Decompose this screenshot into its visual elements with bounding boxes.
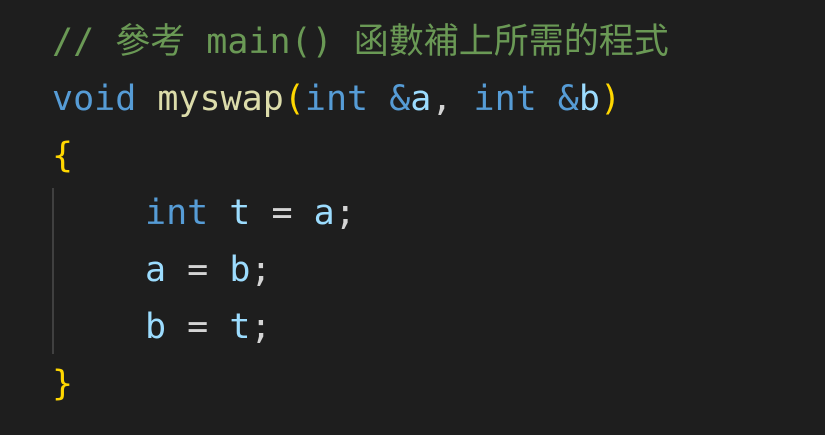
semicolon: ;	[334, 193, 356, 233]
param2-type-keyword: int	[473, 79, 537, 119]
open-brace: {	[52, 136, 74, 176]
assign-operator: =	[271, 193, 293, 233]
assigned-value: b	[229, 250, 251, 290]
code-line-close-brace: }	[52, 356, 73, 412]
code-line-declare-temp: int t = a;	[52, 185, 356, 241]
close-brace: }	[52, 364, 74, 404]
semicolon: ;	[250, 250, 272, 290]
function-name: myswap	[157, 79, 284, 119]
assign-operator: =	[187, 307, 209, 347]
param1-name: a	[410, 79, 432, 119]
int-type-keyword: int	[145, 193, 209, 233]
code-line-open-brace: {	[52, 128, 73, 184]
code-line-assign-b: b = t;	[52, 299, 271, 355]
assign-operator: =	[187, 250, 209, 290]
comment-text: // 參考 main() 函數補上所需的程式	[52, 22, 669, 62]
param2-name: b	[578, 79, 600, 119]
code-line-function-signature: void myswap(int &a, int &b)	[52, 71, 621, 127]
target-variable: a	[145, 250, 167, 290]
target-variable: b	[145, 307, 167, 347]
param1-type-keyword: int	[304, 79, 369, 119]
open-paren: (	[283, 79, 305, 119]
semicolon: ;	[250, 307, 272, 347]
assigned-value: a	[313, 193, 335, 233]
temp-variable: t	[229, 193, 251, 233]
close-paren: )	[599, 79, 622, 119]
return-type-keyword: void	[52, 79, 137, 119]
code-editor[interactable]: // 參考 main() 函數補上所需的程式 void myswap(int &…	[0, 0, 825, 435]
assigned-value: t	[229, 307, 251, 347]
param1-reference-operator: &	[389, 79, 411, 119]
param-comma: ,	[431, 79, 453, 119]
code-line-assign-a: a = b;	[52, 242, 271, 298]
param2-reference-operator: &	[557, 79, 579, 119]
code-line-comment: // 參考 main() 函數補上所需的程式	[52, 14, 669, 70]
